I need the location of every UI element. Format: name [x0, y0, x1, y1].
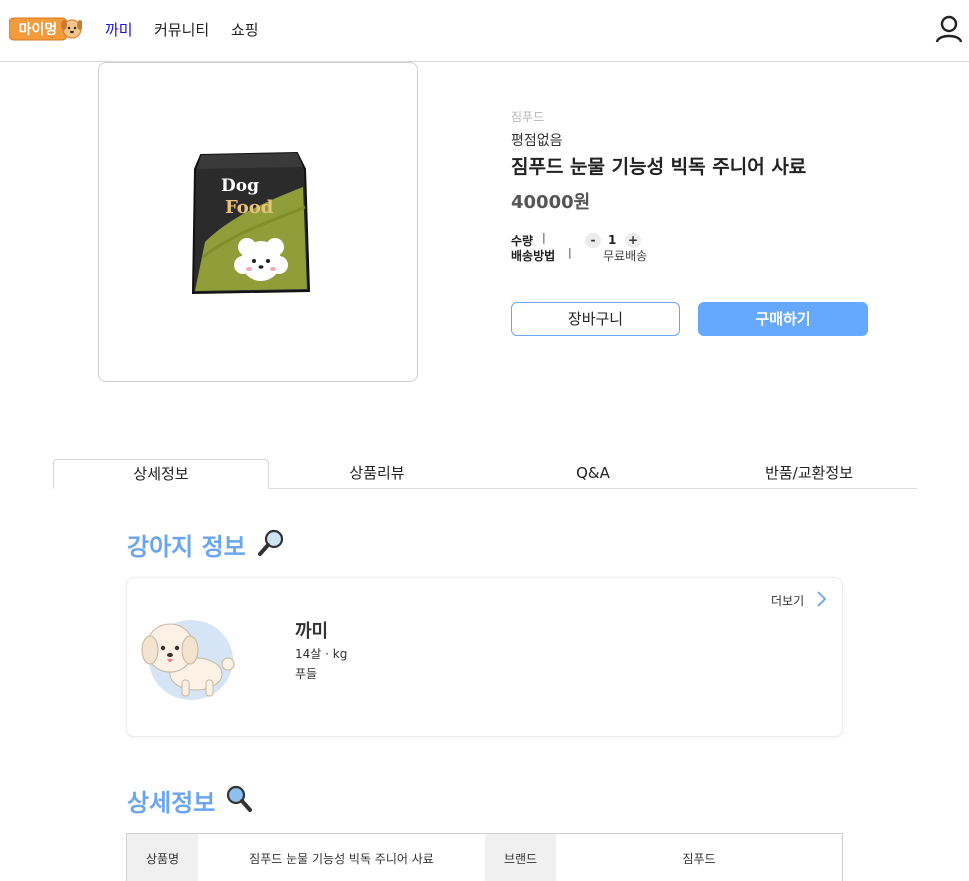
- user-icon[interactable]: [935, 15, 963, 43]
- detail-cell-label: 브랜드: [485, 834, 556, 881]
- detail-cell-value: 짐푸드 눈물 기능성 빅독 주니어 사료: [249, 852, 434, 866]
- buy-now-button[interactable]: 구매하기: [698, 302, 868, 336]
- logo[interactable]: 마이멍: [8, 16, 83, 42]
- dog-food-bag-image: Dog Food: [191, 151, 311, 295]
- shipping-value: 무료배송: [603, 249, 648, 263]
- detail-cell-value: 짐푸드: [682, 852, 716, 866]
- tab-qna[interactable]: Q&A: [485, 459, 701, 489]
- nav-shopping[interactable]: 쇼핑: [231, 19, 259, 40]
- quantity-value: 1: [608, 233, 617, 247]
- product-brand: 짐푸드: [511, 110, 545, 124]
- dog-info-title: 강아지 정보: [127, 533, 246, 561]
- tab-reviews[interactable]: 상품리뷰: [269, 459, 485, 489]
- pet-avatar: [136, 612, 236, 708]
- logo-icon: 마이멍: [8, 17, 83, 41]
- logo-text: 마이멍: [19, 21, 58, 38]
- more-link[interactable]: 더보기: [771, 592, 804, 609]
- bag-text-dog: Dog: [221, 176, 259, 196]
- detail-table: 상품명 짐푸드 눈물 기능성 빅독 주니어 사료 브랜드 짐푸드: [126, 833, 843, 881]
- quantity-minus-button[interactable]: -: [585, 233, 601, 248]
- product-price: 40000원: [511, 192, 591, 213]
- chevron-right-icon[interactable]: [815, 590, 827, 612]
- pet-name: 까미: [295, 621, 329, 642]
- pet-breed: 푸들: [295, 667, 318, 681]
- product-rating: 평점없음: [511, 133, 563, 149]
- product-title: 짐푸드 눈물 기능성 빅독 주니어 사료: [511, 156, 807, 178]
- shipping-label: 배송방법: [511, 249, 556, 263]
- quantity-separator: |: [542, 231, 546, 244]
- top-header: 마이멍 까미 커뮤니티 쇼핑: [0, 0, 969, 62]
- nav-kami[interactable]: 까미: [105, 19, 133, 40]
- add-to-cart-button[interactable]: 장바구니: [511, 302, 680, 336]
- detail-cell-label: 상품명: [127, 834, 198, 881]
- shipping-separator: |: [568, 246, 572, 259]
- tab-detail[interactable]: 상세정보: [53, 459, 269, 489]
- nav-community[interactable]: 커뮤니티: [154, 19, 209, 40]
- quantity-plus-button[interactable]: +: [625, 233, 641, 248]
- magnifier-icon: [224, 784, 254, 818]
- pet-age-weight: 14살 · kg: [295, 647, 348, 661]
- bag-text-food: Food: [225, 197, 274, 218]
- magnifier-icon: [256, 528, 286, 562]
- detail-info-title: 상세정보: [127, 789, 216, 817]
- product-image: Dog Food: [98, 62, 418, 382]
- tab-returns[interactable]: 반품/교환정보: [701, 459, 917, 489]
